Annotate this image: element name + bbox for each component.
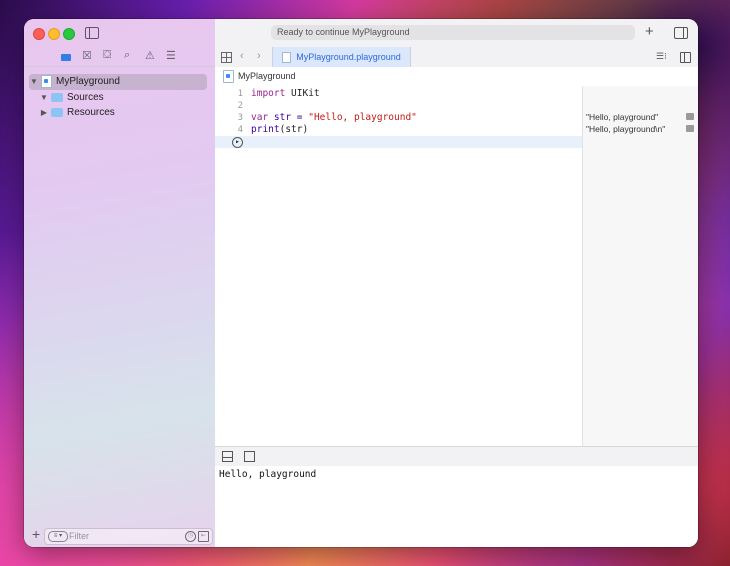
tree-item-label: Sources <box>67 92 104 103</box>
back-arrow-icon[interactable]: ‹ <box>240 50 244 62</box>
inspector-toggle-icon[interactable] <box>674 27 688 39</box>
code-token: UIKit <box>285 88 320 99</box>
code-line: 3 var str = "Hello, playground" <box>215 112 582 124</box>
code-token: str = <box>268 112 309 123</box>
code-line: 2 <box>215 100 582 112</box>
folder-icon[interactable] <box>61 54 71 61</box>
tab-label: MyPlayground.playground <box>296 52 401 62</box>
quick-look-icon[interactable] <box>686 125 694 132</box>
filter-options-icon[interactable]: ≡ ▾ <box>48 531 68 542</box>
string-token: "Hello, playground" <box>308 112 417 123</box>
symbol-icon[interactable]: ⛋ <box>103 49 111 62</box>
tree-item-label: Resources <box>67 107 115 118</box>
add-icon[interactable]: + <box>645 23 654 40</box>
recent-files-icon[interactable]: ◷ <box>185 531 196 542</box>
source-control-icon[interactable]: ☒ <box>82 49 92 62</box>
chevron-right-icon[interactable]: ▶ <box>39 105 49 121</box>
hide-debug-area-icon[interactable] <box>222 451 233 462</box>
code-line: 4 print(str) <box>215 124 582 136</box>
navigator-sidebar: ☒ ⛋ ⌕ ⚠ ☰ ▼ MyPlayground ▼ Sources ▶ Resour… <box>24 19 216 547</box>
playground-file-icon <box>223 70 234 84</box>
results-sidebar: "Hello, playground" "Hello, playground\n… <box>582 86 698 446</box>
folder-icon <box>51 92 63 102</box>
line-number: 1 <box>237 89 243 99</box>
keyword-token: import <box>251 88 286 99</box>
navigator-tabs: ☒ ⛋ ⌕ ⚠ ☰ <box>24 47 215 67</box>
xcode-window: ☒ ⛋ ⌕ ⚠ ☰ ▼ MyPlayground ▼ Sources ▶ Resour… <box>24 19 698 547</box>
console-text: Hello, playground <box>219 469 317 480</box>
tab-bar: ‹ › MyPlayground.playground ☰⁝ <box>215 47 698 68</box>
close-button[interactable] <box>33 28 45 40</box>
code-editor[interactable]: 1 import UIKit 2 3 var str = "Hello, pla… <box>215 86 582 446</box>
issue-icon[interactable]: ⚠ <box>145 49 155 62</box>
run-icon[interactable]: ▶ <box>232 137 243 148</box>
chevron-down-icon[interactable]: ▼ <box>29 74 39 90</box>
debug-bar <box>215 446 698 467</box>
result-text: "Hello, playground" <box>586 112 659 122</box>
filter-placeholder: Filter <box>69 531 89 541</box>
result-text: "Hello, playground\n" <box>586 124 666 134</box>
console-output[interactable]: Hello, playground <box>215 466 698 547</box>
playground-file-icon <box>282 52 292 64</box>
playground-file-icon <box>41 74 52 88</box>
scm-filter-icon[interactable]: ⇤ <box>198 531 209 542</box>
tab-myplayground[interactable]: MyPlayground.playground <box>272 47 411 67</box>
divider <box>24 66 215 67</box>
editor-options-icon[interactable]: ☰⁝ <box>656 52 668 61</box>
minimize-button[interactable] <box>48 28 60 40</box>
quick-look-icon[interactable] <box>686 113 694 120</box>
line-number: 3 <box>237 113 243 123</box>
filter-bar: + ≡ ▾ Filter ◷ ⇤ <box>24 524 215 547</box>
breadcrumb: MyPlayground <box>215 67 698 87</box>
breadcrumb-item[interactable]: MyPlayground <box>238 71 296 81</box>
related-items-icon[interactable] <box>221 52 232 63</box>
keyword-token: var <box>251 112 269 123</box>
forward-arrow-icon[interactable]: › <box>257 50 261 62</box>
current-line: ▶ <box>215 136 582 148</box>
line-number: 4 <box>237 125 243 135</box>
chevron-down-icon[interactable]: ▼ <box>39 90 49 106</box>
add-icon[interactable]: + <box>32 526 40 542</box>
tree-item-myplayground[interactable]: ▼ MyPlayground <box>29 74 207 90</box>
sidebar-toggle-icon[interactable] <box>85 27 99 39</box>
report-icon[interactable]: ☰ <box>166 49 176 62</box>
console-icon[interactable] <box>244 451 255 462</box>
tree-item-resources[interactable]: ▶ Resources <box>39 105 115 121</box>
folder-icon <box>51 107 63 117</box>
activity-status: Ready to continue MyPlayground <box>271 25 635 40</box>
zoom-button[interactable] <box>63 28 75 40</box>
add-editor-icon[interactable] <box>680 52 691 63</box>
code-token: (str) <box>279 124 309 135</box>
result-value: "Hello, playground" <box>586 111 696 123</box>
find-icon[interactable]: ⌕ <box>124 49 130 62</box>
result-value: "Hello, playground\n" <box>586 123 696 135</box>
function-token: print <box>251 124 280 135</box>
code-line: 1 import UIKit <box>215 88 582 100</box>
filter-input[interactable]: ≡ ▾ Filter ◷ ⇤ <box>44 528 213 545</box>
tree-item-sources[interactable]: ▼ Sources <box>39 90 104 106</box>
tree-item-label: MyPlayground <box>56 76 120 87</box>
toolbar: Ready to continue MyPlayground + <box>215 19 698 48</box>
line-number: 2 <box>237 101 243 111</box>
